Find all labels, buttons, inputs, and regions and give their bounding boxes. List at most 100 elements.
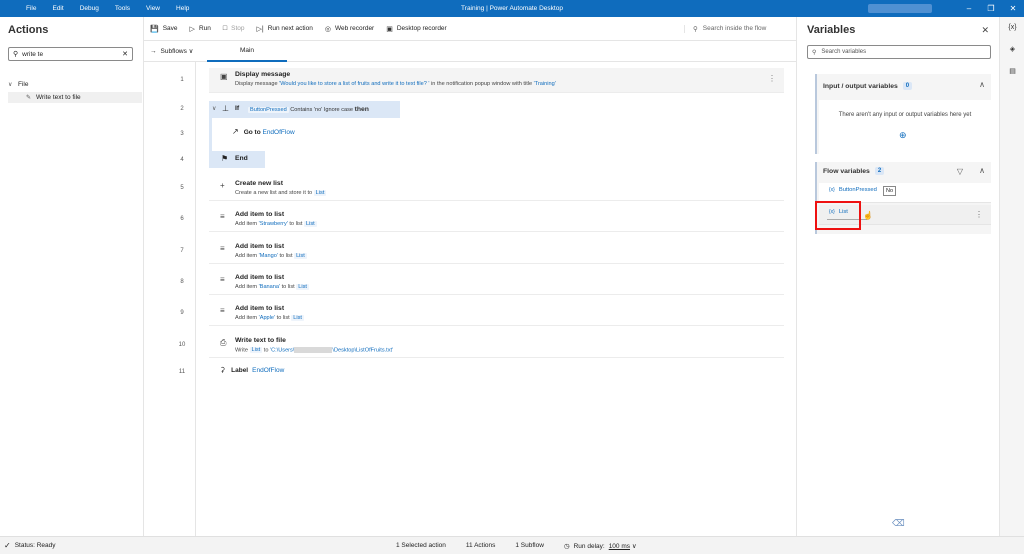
highlight-box (815, 201, 861, 230)
subflows-dropdown[interactable]: → Subflows ∨ (150, 47, 210, 56)
desktop-recorder-button[interactable]: ▣ Desktop recorder (386, 25, 446, 33)
if-block-rail (209, 118, 212, 151)
tree-item-write-text[interactable]: ✎ Write text to file (8, 92, 142, 103)
add-circle-icon[interactable]: ⊕ (899, 130, 907, 141)
chevron-up-icon[interactable]: ∧ (979, 166, 985, 175)
then-keyword: then (354, 106, 369, 113)
variable-chip[interactable]: {x} ButtonPressed (829, 187, 877, 193)
menu-tools[interactable]: Tools (107, 5, 138, 12)
action-add-item-to-list[interactable]: ≡ Add item to list Add item 'Mango' to l… (209, 240, 784, 264)
message-icon: ▣ (220, 72, 228, 81)
layers-icon[interactable]: ◈ (1000, 39, 1024, 61)
desc-value: \Desktop\ListOfFruits.txt' (332, 347, 394, 354)
action-write-text-to-file[interactable]: ⎙ Write text to file Write List to 'C:\U… (209, 334, 784, 358)
run-next-button[interactable]: ▷| Run next action (256, 25, 312, 33)
variable-chip: List (296, 284, 309, 290)
desc-text: Add item (235, 315, 259, 321)
menu-help[interactable]: Help (168, 5, 197, 12)
eraser-icon[interactable]: ⌫ (892, 518, 905, 529)
line-number: 8 (180, 279, 184, 285)
action-add-item-to-list[interactable]: ≡ Add item to list Add item 'Apple' to l… (209, 302, 784, 326)
action-create-new-list[interactable]: + Create new list Create a new list and … (209, 177, 784, 201)
action-display-message[interactable]: ▣ Display message Display message 'Would… (209, 68, 784, 93)
variable-chip: List (294, 253, 307, 259)
menu-view[interactable]: View (138, 5, 168, 12)
stop-button[interactable]: □ Stop (223, 25, 245, 32)
run-button[interactable]: ▷ Run (190, 25, 211, 33)
images-icon[interactable]: ▤ (1000, 61, 1024, 83)
desc-text: Write (235, 347, 250, 354)
tree-group-file[interactable]: ∨ File (8, 79, 142, 90)
selected-count: 1 Selected action (396, 542, 446, 549)
monitor-icon: ▣ (386, 25, 393, 33)
search-icon: ⚲ (13, 51, 19, 58)
close-icon[interactable]: ✕ (981, 25, 989, 36)
more-options-icon[interactable]: ⋮ (975, 210, 983, 219)
run-delay-label: Run delay: (573, 542, 605, 550)
menu-debug[interactable]: Debug (72, 5, 107, 12)
desc-text: Add item (235, 221, 259, 227)
list-add-icon: ≡ (220, 212, 225, 221)
filter-icon[interactable]: ▽ (957, 167, 963, 176)
desc-text: Add item (235, 284, 259, 290)
more-options-icon[interactable]: ⋮ (768, 74, 776, 83)
actions-count: 11 Actions (465, 542, 496, 549)
action-add-item-to-list[interactable]: ≡ Add item to list Add item 'Banana' to … (209, 271, 784, 295)
run-delay-value[interactable]: 100 ms (609, 543, 630, 550)
action-if[interactable]: ∨ ⊥ If ButtonPressed Contains 'no' Ignor… (209, 101, 400, 118)
run-next-label: Run next action (267, 25, 313, 32)
actions-search-input[interactable]: ⚲ write te ✕ (8, 47, 133, 61)
action-description: Add item 'Banana' to list List (235, 284, 309, 290)
window-controls: – ❐ ✕ (958, 0, 1024, 17)
action-description: Add item 'Mango' to list List (235, 253, 307, 259)
count-badge: 2 (874, 167, 885, 175)
actions-tree: ∨ File ✎ Write text to file (8, 79, 142, 103)
run-delay[interactable]: ◷ Run delay: 100 ms ∨ (564, 542, 637, 550)
web-recorder-button[interactable]: ◎ Web recorder (325, 25, 374, 33)
clear-icon[interactable]: ✕ (122, 50, 128, 58)
play-icon: ▷ (189, 25, 195, 33)
desc-value: 'Would you like to store a list of fruit… (279, 81, 430, 87)
variables-icon[interactable]: {x} (1000, 17, 1024, 39)
flow-search-input[interactable]: ⚲ Search inside the flow (684, 24, 780, 33)
variables-search-input[interactable]: ⚲ Search variables (807, 45, 991, 59)
chevron-down-icon[interactable]: ∨ (212, 105, 216, 112)
save-button[interactable]: 💾 Save (150, 25, 178, 33)
flow-variables-header[interactable]: Flow variables 2 (823, 167, 885, 175)
label-icon: ⚳ (220, 367, 226, 374)
menu-edit[interactable]: Edit (44, 5, 71, 12)
desc-text: Create a new list and store it to (235, 190, 314, 196)
action-go-to[interactable]: ↗ Go to EndOfFlow (232, 127, 295, 136)
close-window-icon[interactable]: ✕ (1002, 0, 1024, 17)
line-number: 5 (180, 185, 184, 191)
chevron-up-icon[interactable]: ∧ (979, 80, 985, 89)
chevron-down-icon[interactable]: ∨ (8, 81, 18, 88)
minimize-icon[interactable]: – (958, 0, 980, 17)
action-add-item-to-list[interactable]: ≡ Add item to list Add item 'Strawberry'… (209, 208, 784, 232)
action-end[interactable]: ⚑ End (209, 151, 265, 168)
menu-file[interactable]: File (18, 5, 44, 12)
desc-value: 'Mango' (258, 253, 278, 259)
subflows-bar: → Subflows ∨ Main (144, 41, 796, 62)
action-label[interactable]: ⚳ Label EndOfFlow (220, 366, 284, 375)
line-number: 4 (180, 157, 184, 163)
save-icon: 💾 (150, 25, 159, 33)
list-add-icon: ≡ (220, 275, 225, 284)
tab-main[interactable]: Main (207, 41, 287, 62)
status-summary: 1 Selected action 11 Actions 1 Subflow ◷… (396, 542, 637, 550)
restore-icon[interactable]: ❐ (980, 0, 1002, 17)
variable-row[interactable]: {x} ButtonPressed No (819, 183, 991, 203)
empty-message: There aren't any input or output variabl… (838, 112, 972, 118)
desc-value: 'Banana' (258, 284, 281, 290)
line-number: 9 (180, 310, 184, 316)
clock-icon: ◷ (563, 542, 570, 550)
account-badge[interactable] (868, 4, 932, 13)
variables-title: Variables (807, 24, 856, 36)
actions-search-value[interactable]: write te (22, 51, 122, 58)
line-number: 7 (180, 248, 184, 254)
list-add-icon: ≡ (220, 306, 225, 315)
desktop-recorder-label: Desktop recorder (396, 25, 447, 32)
search-icon: ⚲ (812, 49, 817, 56)
io-variables-header[interactable]: Input / output variables 0 (823, 82, 913, 90)
subflow-icon: → (150, 47, 157, 55)
